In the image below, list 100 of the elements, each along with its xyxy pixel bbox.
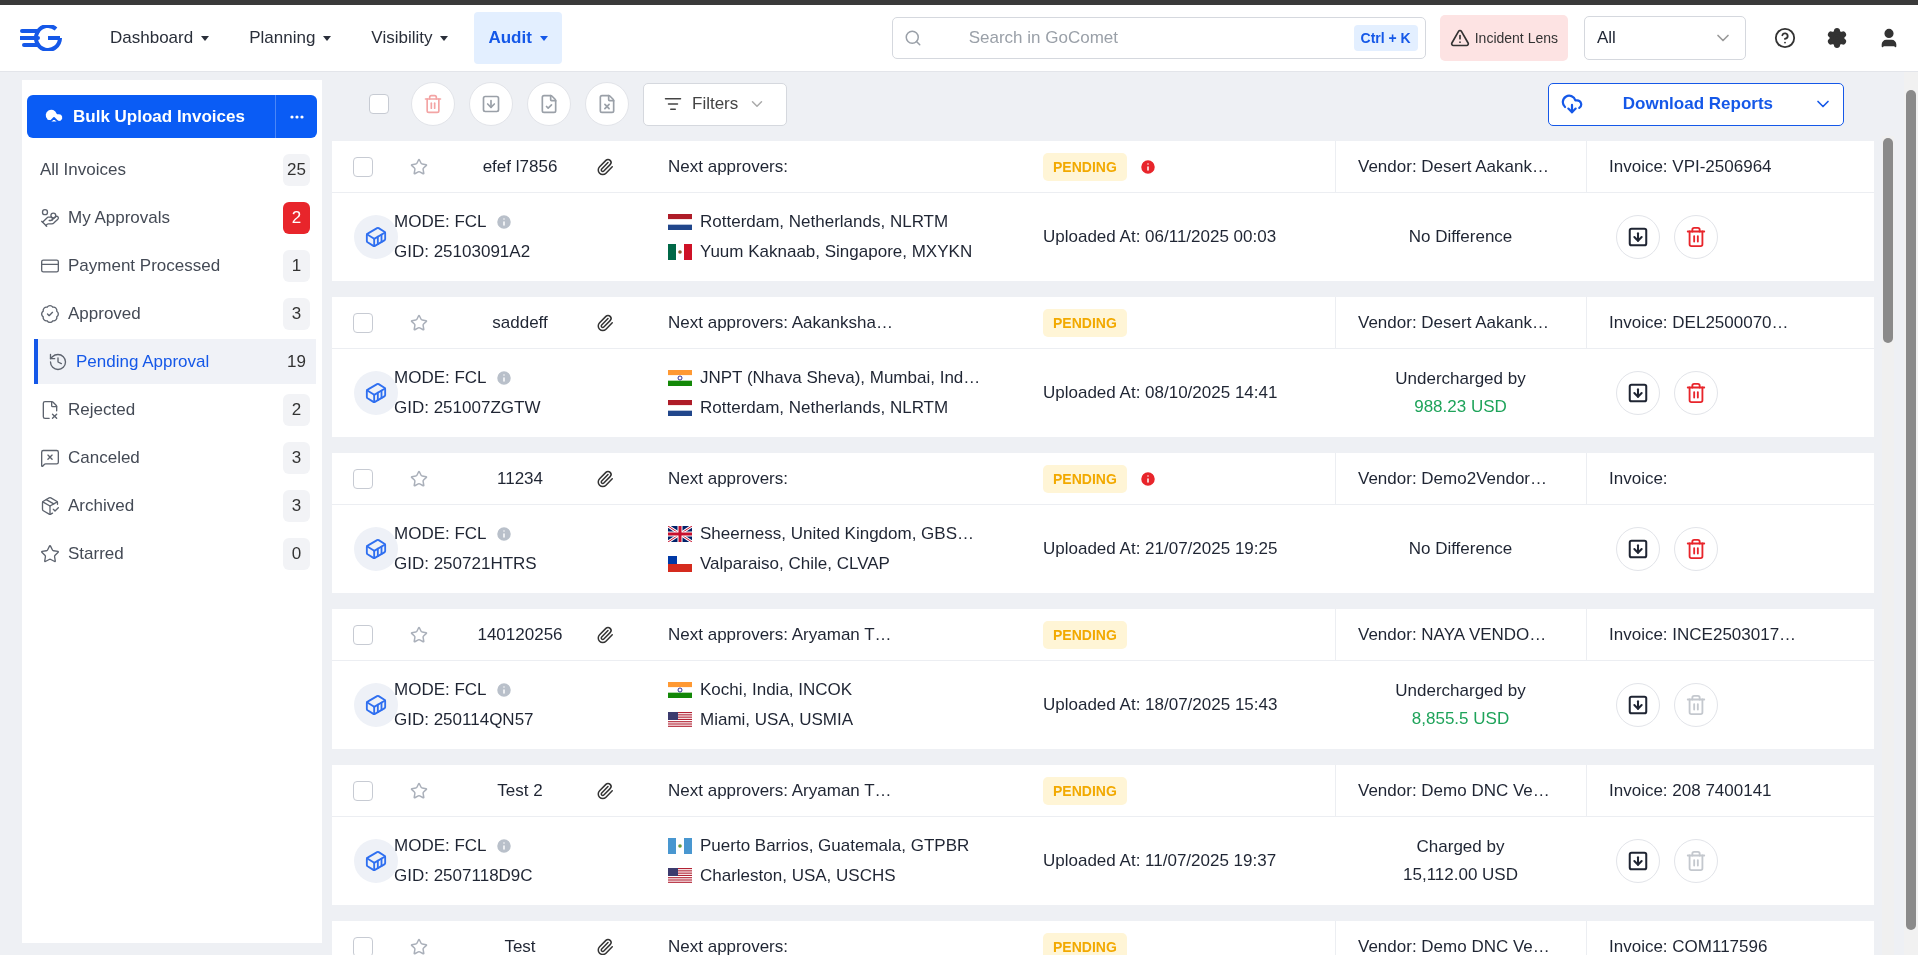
destination-text: Rotterdam, Netherlands, NLRTM bbox=[700, 398, 949, 418]
flag-icon bbox=[668, 526, 692, 542]
difference-label: No Difference bbox=[1408, 227, 1513, 247]
paperclip-icon[interactable] bbox=[596, 781, 614, 800]
sidebar-label: Payment Processed bbox=[68, 255, 222, 276]
row-checkbox[interactable] bbox=[353, 624, 373, 645]
archive-button[interactable] bbox=[1616, 215, 1660, 259]
star-icon[interactable] bbox=[410, 937, 428, 955]
item-count: 0 bbox=[283, 537, 310, 570]
filters-button[interactable]: Filters bbox=[643, 82, 788, 126]
item-count: 3 bbox=[283, 489, 310, 522]
sidebar-label: Rejected bbox=[68, 399, 137, 420]
invoice-name: 11234 bbox=[496, 468, 544, 489]
star-icon[interactable] bbox=[410, 313, 428, 332]
approvers-text: Next approvers: bbox=[668, 156, 789, 177]
gid-text: GID: 2507118D9C bbox=[394, 866, 534, 886]
badge-check-icon bbox=[40, 303, 60, 324]
file-x-icon bbox=[597, 94, 617, 114]
scrollbar[interactable] bbox=[1882, 136, 1894, 955]
gid-text: GID: 25103091A2 bbox=[394, 242, 532, 262]
difference-label: Undercharged by bbox=[1395, 681, 1526, 701]
file-x-icon bbox=[40, 399, 60, 420]
archive-button[interactable] bbox=[1616, 839, 1660, 883]
flag-icon bbox=[668, 214, 692, 230]
uploaded-text: Uploaded At: 11/07/2025 19:37 bbox=[1043, 851, 1278, 871]
invoice-number: Invoice: 208 7400141 bbox=[1586, 765, 1874, 816]
incident-lens-button[interactable]: Incident Lens bbox=[1439, 15, 1568, 61]
status-badge: PENDING bbox=[1043, 776, 1127, 805]
delete-button[interactable] bbox=[1674, 371, 1718, 415]
download-box-icon bbox=[1627, 850, 1649, 872]
row-checkbox[interactable] bbox=[353, 780, 373, 801]
delete-button[interactable] bbox=[411, 82, 455, 126]
row-checkbox[interactable] bbox=[353, 468, 373, 489]
flag-icon bbox=[668, 868, 692, 884]
nav-tab[interactable]: Dashboard bbox=[96, 12, 224, 64]
flag-icon bbox=[668, 400, 692, 416]
star-icon[interactable] bbox=[410, 625, 428, 644]
download-box-icon bbox=[1627, 694, 1649, 716]
trash-icon bbox=[1685, 694, 1707, 716]
archive-button[interactable] bbox=[1616, 527, 1660, 571]
approve-document-button[interactable] bbox=[527, 82, 571, 126]
flag-icon bbox=[668, 712, 692, 728]
download-box-icon bbox=[1627, 382, 1649, 404]
shortcut-hint: Ctrl + K bbox=[1353, 25, 1418, 51]
dots-icon bbox=[289, 114, 304, 119]
trash-icon bbox=[1685, 850, 1707, 872]
row-checkbox[interactable] bbox=[353, 936, 373, 955]
caret-icon bbox=[440, 35, 449, 41]
paperclip-icon[interactable] bbox=[596, 469, 614, 488]
nav-tab[interactable]: Audit bbox=[474, 12, 562, 64]
nav-tab[interactable]: Visibility bbox=[357, 12, 463, 64]
logo-icon bbox=[20, 25, 62, 51]
settings-button[interactable] bbox=[1826, 27, 1848, 49]
help-button[interactable] bbox=[1774, 27, 1796, 49]
invoice-number: Invoice: bbox=[1586, 453, 1874, 504]
star-icon[interactable] bbox=[410, 469, 428, 488]
archive-button[interactable] bbox=[1616, 683, 1660, 727]
vendor-text: Vendor: Desert Aakank… bbox=[1335, 141, 1586, 192]
info-icon bbox=[494, 837, 513, 855]
destination-text: Yuum Kaknaab, Singapore, MXYKN bbox=[700, 242, 973, 262]
info-icon bbox=[494, 369, 513, 387]
sidebar-item[interactable]: Pending Approval 19 bbox=[34, 339, 316, 384]
nav-tab[interactable]: Planning bbox=[235, 12, 346, 64]
scope-select[interactable]: All bbox=[1584, 16, 1746, 60]
download-box-icon bbox=[1627, 538, 1649, 560]
archive-button[interactable] bbox=[1616, 371, 1660, 415]
item-count: 2 bbox=[283, 201, 310, 234]
info-icon bbox=[494, 681, 513, 699]
star-icon[interactable] bbox=[410, 157, 428, 176]
reject-document-button[interactable] bbox=[585, 82, 629, 126]
uploaded-text: Uploaded At: 18/07/2025 15:43 bbox=[1043, 695, 1279, 715]
row-checkbox[interactable] bbox=[353, 156, 373, 177]
delete-button[interactable] bbox=[1674, 527, 1718, 571]
invoice-name: 140120256 bbox=[476, 624, 564, 645]
delete-button[interactable] bbox=[1674, 215, 1718, 259]
caret-icon bbox=[539, 35, 548, 41]
filter-icon bbox=[664, 95, 682, 113]
difference-amount: 8,855.5 USD bbox=[1411, 709, 1510, 729]
paperclip-icon[interactable] bbox=[596, 157, 614, 176]
paperclip-icon[interactable] bbox=[596, 625, 614, 644]
status-badge: PENDING bbox=[1043, 620, 1127, 649]
paperclip-icon[interactable] bbox=[596, 313, 614, 332]
item-count: 1 bbox=[283, 249, 310, 282]
status-badge: PENDING bbox=[1043, 308, 1127, 337]
package-check-icon bbox=[40, 495, 60, 516]
select-all-checkbox[interactable] bbox=[369, 94, 389, 114]
row-checkbox[interactable] bbox=[353, 312, 373, 333]
difference-label: Charged by bbox=[1416, 837, 1505, 857]
mode-text: MODE: FCL bbox=[394, 680, 487, 700]
invoice-number: Invoice: INCE2503017… bbox=[1586, 609, 1874, 660]
download-reports-button[interactable]: Download Reports bbox=[1547, 82, 1844, 126]
sidebar-label: Pending Approval bbox=[76, 351, 211, 372]
star-icon[interactable] bbox=[410, 781, 428, 800]
paperclip-icon[interactable] bbox=[596, 937, 614, 955]
sidebar-label: Starred bbox=[68, 543, 125, 564]
status-badge: PENDING bbox=[1043, 152, 1127, 181]
info-icon bbox=[494, 213, 513, 231]
destination-text: Miami, USA, USMIA bbox=[700, 710, 854, 730]
difference-label: Undercharged by bbox=[1395, 369, 1526, 389]
item-count: 2 bbox=[283, 393, 310, 426]
